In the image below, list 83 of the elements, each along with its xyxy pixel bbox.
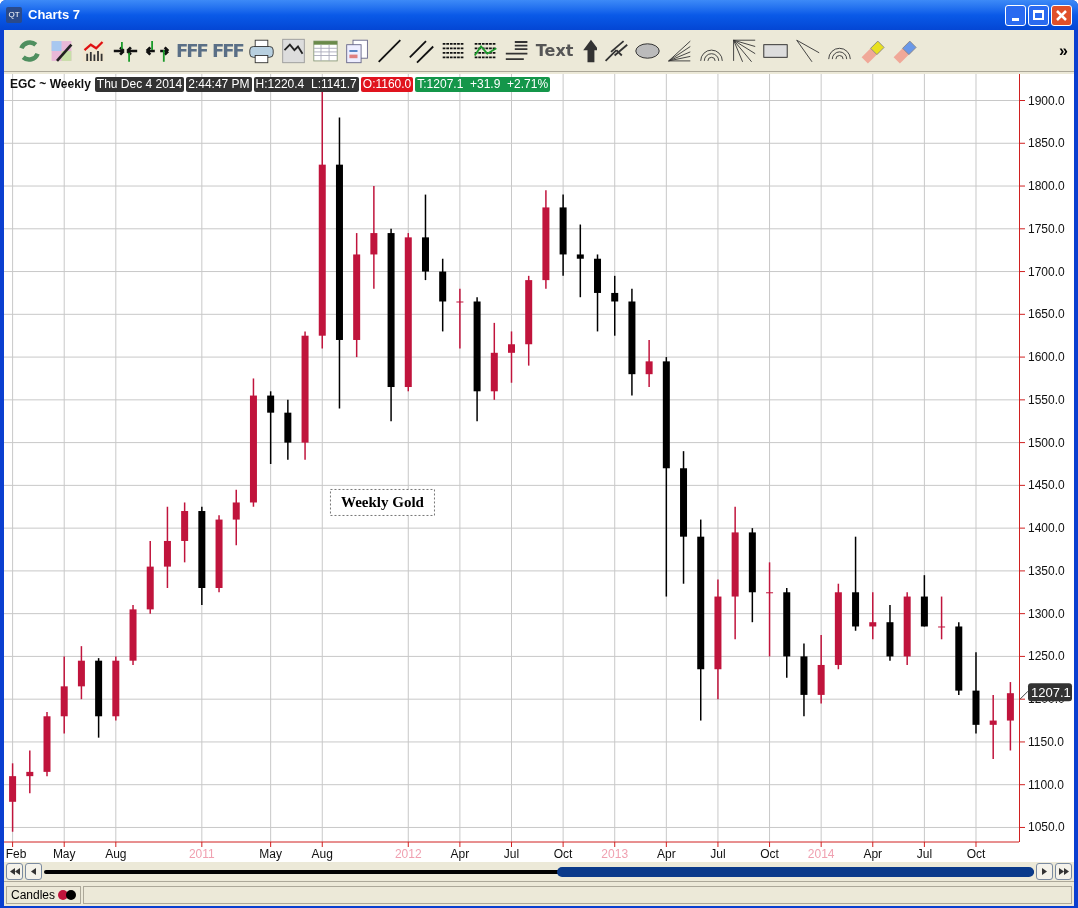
axis-label: 1050.0 <box>1028 820 1065 835</box>
axis-label: 1300.0 <box>1028 606 1065 621</box>
axis-label: 1800.0 <box>1028 179 1065 194</box>
axis-label: 1550.0 <box>1028 392 1065 407</box>
scroll-end-button[interactable] <box>1055 863 1072 880</box>
candle <box>181 501 189 564</box>
info-badge: O:1160.0 <box>360 77 414 92</box>
scrollbar-track[interactable] <box>44 869 1034 874</box>
axis-label: 2011 <box>188 847 215 861</box>
axis-label: 1700.0 <box>1028 264 1065 279</box>
candle <box>112 655 120 722</box>
chart-annotation: Weekly Gold <box>330 488 435 516</box>
arrow-right-icon <box>1042 868 1047 875</box>
candle <box>1006 681 1014 752</box>
axis-label: 1850.0 <box>1028 136 1065 151</box>
arrow-left-icon <box>31 868 36 875</box>
axis-label: Apr <box>450 847 470 861</box>
candle <box>129 604 137 666</box>
scroll-right-button[interactable] <box>1036 863 1053 880</box>
axis-label: 1600.0 <box>1028 350 1065 365</box>
maximize-button[interactable] <box>1028 4 1049 26</box>
axis-label: Aug <box>105 847 127 861</box>
candle <box>938 595 946 641</box>
axis-label: 1350.0 <box>1028 563 1065 578</box>
candle <box>817 634 825 705</box>
axis-label: 1500.0 <box>1028 435 1065 450</box>
close-button[interactable] <box>1051 4 1072 26</box>
axis-label: May <box>259 847 282 861</box>
axis-label: Feb <box>5 847 27 861</box>
text-tool-button[interactable]: Text <box>535 35 574 66</box>
axis-label: 1150.0 <box>1028 734 1064 749</box>
info-badge: Thu Dec 4 2014 <box>94 77 185 92</box>
minimize-button[interactable] <box>1005 4 1026 26</box>
axis-label: 1650.0 <box>1028 307 1065 322</box>
axis-label: Jul <box>503 847 520 861</box>
info-badge: H:1220.4 L:1141.7 <box>253 77 359 92</box>
axis-label: 2013 <box>601 847 629 861</box>
candle <box>611 275 619 337</box>
axis-label: Oct <box>553 847 573 861</box>
axis-label: 1450.0 <box>1028 478 1065 493</box>
axis-label: May <box>52 847 76 861</box>
candle <box>989 694 997 760</box>
window-title: Charts 7 <box>28 6 81 25</box>
axis-label: 1250.0 <box>1028 649 1065 664</box>
candle <box>232 488 240 546</box>
axis-label: Apr <box>657 847 676 861</box>
candle <box>645 339 653 388</box>
candle <box>284 399 292 461</box>
font-larger-button[interactable]: FFF <box>211 35 243 66</box>
candle <box>456 287 464 350</box>
series-label: Candles <box>11 887 56 904</box>
candle <box>886 604 894 662</box>
axis-label: Aug <box>311 847 333 861</box>
candle <box>508 330 515 384</box>
axis-label: 1100.0 <box>1028 777 1064 792</box>
axis-label: 1900.0 <box>1028 93 1065 108</box>
scrollbar-thumb[interactable] <box>557 866 1034 877</box>
annotation: Weekly Gold <box>341 494 425 511</box>
font-smaller-button[interactable]: FFF <box>176 35 207 66</box>
axis-label: 1400.0 <box>1028 521 1065 536</box>
axis-label: 2014 <box>807 847 835 861</box>
candle <box>869 591 877 641</box>
info-badge: 2:44:47 PM <box>186 77 252 92</box>
candle <box>77 645 85 700</box>
axis-label: 2012 <box>394 847 422 861</box>
candle <box>43 711 51 777</box>
axis-label: 1750.0 <box>1028 221 1065 236</box>
candle <box>9 762 17 833</box>
axis-label: Jul <box>916 847 933 861</box>
axis-label: Oct <box>760 847 779 861</box>
line-chart-icon[interactable] <box>279 36 307 65</box>
axis-label: Jul <box>710 847 726 861</box>
scroll-left-button[interactable] <box>25 863 42 880</box>
candle <box>26 749 34 794</box>
app-icon: QT <box>6 7 22 23</box>
axis-label: Apr <box>863 847 883 861</box>
candle <box>920 574 928 628</box>
scroll-start-button[interactable] <box>6 863 23 880</box>
info-badge: T:1207.1 +31.9 +2.71% <box>415 77 551 92</box>
close-icon <box>1056 9 1067 21</box>
symbol-label: EGC ~ Weekly <box>10 77 91 92</box>
axis-label: Oct <box>966 847 986 861</box>
overflow-button[interactable]: » <box>1059 38 1068 63</box>
